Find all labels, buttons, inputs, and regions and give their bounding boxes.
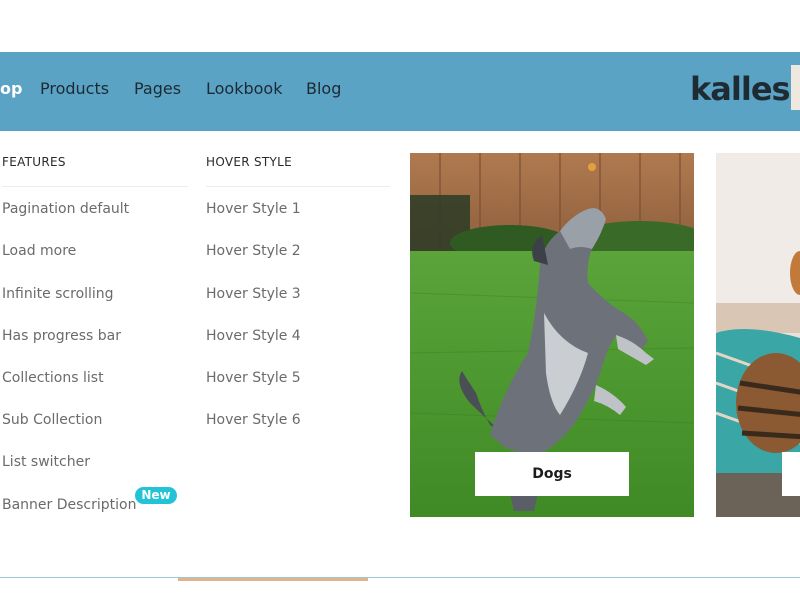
bottom-divider xyxy=(0,577,800,578)
menu-link-infinite-scrolling[interactable]: Infinite scrolling xyxy=(2,286,114,302)
new-badge: New xyxy=(135,487,177,504)
collection-button-dogs[interactable]: Dogs xyxy=(475,452,629,496)
header-navbar xyxy=(0,52,800,131)
menu-link-sub-collection[interactable]: Sub Collection xyxy=(2,412,102,428)
menu-link-load-more[interactable]: Load more xyxy=(2,243,76,259)
menu-link-list-switcher[interactable]: List switcher xyxy=(2,454,90,470)
menu-link-banner-description[interactable]: Banner Description xyxy=(2,497,136,513)
menu-link-has-progress-bar[interactable]: Has progress bar xyxy=(2,328,121,344)
menu-link-pagination-default[interactable]: Pagination default xyxy=(2,201,129,217)
features-heading: FEATURES xyxy=(2,155,66,169)
menu-link-hover-style-4[interactable]: Hover Style 4 xyxy=(206,328,301,344)
nav-item-pages[interactable]: Pages xyxy=(134,80,181,98)
header-image-edge xyxy=(791,65,800,110)
nav-item-products[interactable]: Products xyxy=(40,80,109,98)
collection-card-dogs[interactable]: Dogs xyxy=(410,153,694,517)
nav-item-blog[interactable]: Blog xyxy=(306,80,341,98)
menu-link-hover-style-3[interactable]: Hover Style 3 xyxy=(206,286,301,302)
menu-link-hover-style-1[interactable]: Hover Style 1 xyxy=(206,201,301,217)
bottom-banner-edge xyxy=(178,578,368,581)
hover-style-divider xyxy=(206,186,390,187)
features-divider xyxy=(2,186,188,187)
menu-link-collections-list[interactable]: Collections list xyxy=(2,370,104,386)
nav-item-lookbook[interactable]: Lookbook xyxy=(206,80,282,98)
brand-logo[interactable]: kalles xyxy=(690,69,791,109)
menu-link-hover-style-5[interactable]: Hover Style 5 xyxy=(206,370,301,386)
cat-on-blanket-image xyxy=(716,153,800,517)
collection-card-cats[interactable] xyxy=(716,153,800,517)
menu-link-hover-style-2[interactable]: Hover Style 2 xyxy=(206,243,301,259)
hover-style-heading: HOVER STYLE xyxy=(206,155,293,169)
nav-item-shop[interactable]: op xyxy=(0,80,22,98)
menu-link-hover-style-6[interactable]: Hover Style 6 xyxy=(206,412,301,428)
